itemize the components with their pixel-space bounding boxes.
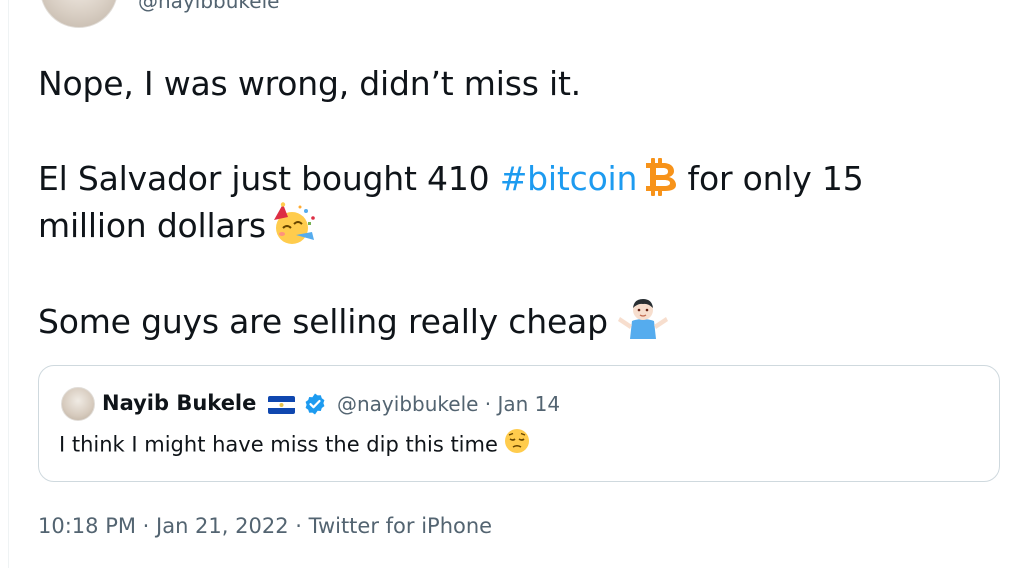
quoted-tweet-text: I think I might have miss the dip this t… <box>59 428 530 461</box>
author-handle[interactable]: @nayibbukele <box>138 0 279 13</box>
tweet-line-1: Nope, I was wrong, didn’t miss it. <box>38 64 581 103</box>
tweet-line-2-suffix: for only 15 <box>677 159 864 198</box>
quoted-tweet-card[interactable]: Nayib Bukele @nayibbukele · Jan 14 I thi… <box>38 365 1000 482</box>
shrugging-person-emoji <box>617 297 668 341</box>
author-avatar[interactable] <box>40 0 118 28</box>
tweet-line-4-text: Some guys are selling really cheap <box>38 301 608 341</box>
pensive-face-emoji <box>504 428 530 459</box>
tweet-line-2: El Salvador just bought 410 #bitcoin for… <box>38 155 978 202</box>
quoted-author-name[interactable]: Nayib Bukele <box>102 391 256 415</box>
tweet-line-3: million dollars <box>38 201 978 250</box>
tweet-line-3-text: million dollars <box>38 206 266 245</box>
partying-face-emoji <box>270 201 318 246</box>
tweet-line-4: Some guys are selling really cheap <box>38 298 978 346</box>
tweet-body: Nope, I was wrong, didn’t miss it. El Sa… <box>38 60 978 345</box>
quoted-tweet-meta[interactable]: @nayibbukele · Jan 14 <box>337 392 560 416</box>
bitcoin-icon <box>641 157 677 197</box>
verified-badge-icon <box>305 393 325 415</box>
el-salvador-flag-icon <box>268 396 295 414</box>
quoted-tweet-text-body: I think I might have miss the dip this t… <box>59 432 498 457</box>
tweet-line-2-prefix: El Salvador just bought 410 <box>38 159 500 198</box>
hashtag-link-bitcoin[interactable]: #bitcoin <box>500 159 638 198</box>
quoted-author-avatar[interactable] <box>61 387 95 421</box>
tweet-timestamp[interactable]: 10:18 PM · Jan 21, 2022 · Twitter for iP… <box>38 514 492 538</box>
left-divider <box>8 0 9 568</box>
